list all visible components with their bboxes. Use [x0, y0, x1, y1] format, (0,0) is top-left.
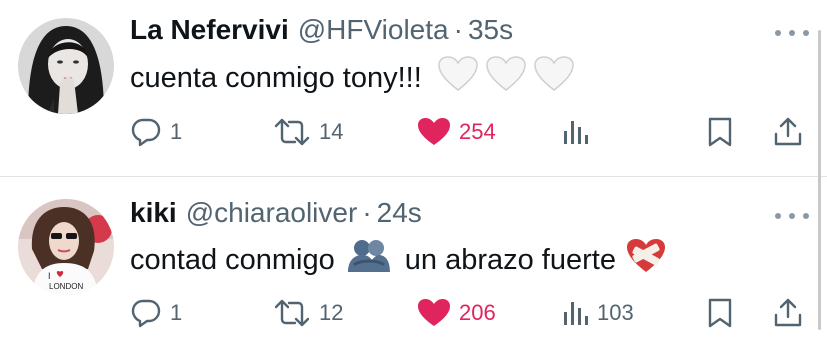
user-handle[interactable]: @HFVioleta: [298, 14, 449, 46]
people-hugging-icon: [345, 238, 393, 282]
reply-icon: [131, 118, 161, 147]
retweet-icon: [274, 299, 310, 327]
share-icon: [774, 117, 802, 146]
retweet-button[interactable]: 14: [273, 112, 343, 152]
white-heart-icon: [438, 56, 478, 100]
separator-dot: ·: [453, 14, 463, 45]
bookmark-button[interactable]: [707, 112, 733, 152]
timestamp[interactable]: 35s: [468, 14, 513, 46]
reply-count: 1: [170, 300, 183, 325]
like-button[interactable]: 254: [417, 112, 496, 152]
reply-button[interactable]: 1: [130, 112, 182, 152]
tweet-card[interactable]: La Nefervivi @HFVioleta · 35s cuenta con…: [0, 0, 827, 176]
reply-count: 1: [170, 119, 183, 144]
share-icon: [774, 298, 802, 327]
separator-dot: ·: [362, 197, 372, 228]
like-count: 254: [459, 119, 496, 144]
tweet-actions: 1 12 206 103: [0, 293, 827, 333]
mending-heart-icon: [626, 238, 666, 282]
timestamp[interactable]: 24s: [377, 197, 422, 229]
bookmark-icon: [708, 117, 732, 147]
avatar-photo-icon: I LONDON: [18, 199, 114, 295]
heart-filled-icon: [418, 118, 450, 145]
views-button[interactable]: [563, 112, 597, 152]
tweet-actions: 1 14 254: [0, 112, 827, 152]
tweet-text-content: cuenta conmigo tony!!!: [130, 61, 422, 94]
heart-filled-icon: [418, 299, 450, 326]
views-button[interactable]: 103: [563, 293, 634, 333]
bookmark-button[interactable]: [707, 293, 733, 333]
reply-button[interactable]: 1: [130, 293, 182, 333]
like-count: 206: [459, 300, 496, 325]
svg-text:LONDON: LONDON: [49, 282, 83, 291]
retweet-count: 14: [319, 119, 344, 144]
views-chart-icon: [564, 302, 588, 325]
tweet-text-content-after: un abrazo fuerte: [404, 243, 616, 276]
display-name[interactable]: La Nefervivi: [130, 14, 289, 46]
tweet-header: La Nefervivi @HFVioleta · 35s: [130, 14, 513, 52]
tweet-card[interactable]: I LONDON kiki @chiaraoliver · 24s contad…: [0, 177, 827, 353]
tweet-text-content: contad conmigo: [130, 243, 335, 276]
views-count: 103: [597, 300, 634, 325]
more-options-icon[interactable]: [775, 26, 809, 40]
display-name[interactable]: kiki: [130, 197, 177, 229]
views-chart-icon: [564, 121, 588, 144]
tweet-text: cuenta conmigo tony!!!: [130, 56, 574, 100]
reply-icon: [131, 299, 161, 328]
retweet-button[interactable]: 12: [273, 293, 343, 333]
avatar-photo-icon: [18, 18, 114, 114]
white-heart-icon: [486, 56, 526, 100]
bookmark-icon: [708, 298, 732, 328]
white-heart-icon: [534, 56, 574, 100]
share-button[interactable]: [773, 112, 803, 152]
avatar[interactable]: [18, 18, 114, 114]
like-button[interactable]: 206: [417, 293, 496, 333]
tweet-header: kiki @chiaraoliver · 24s: [130, 197, 422, 235]
timeline-feed: La Nefervivi @HFVioleta · 35s cuenta con…: [0, 0, 827, 353]
user-handle[interactable]: @chiaraoliver: [186, 197, 358, 229]
avatar[interactable]: I LONDON: [18, 199, 114, 295]
share-button[interactable]: [773, 293, 803, 333]
more-options-icon[interactable]: [775, 209, 809, 223]
scrollbar[interactable]: [818, 30, 821, 330]
tweet-text: contad conmigo un abrazo fuerte: [130, 238, 666, 282]
retweet-count: 12: [319, 300, 344, 325]
svg-text:I: I: [48, 271, 51, 281]
retweet-icon: [274, 118, 310, 146]
